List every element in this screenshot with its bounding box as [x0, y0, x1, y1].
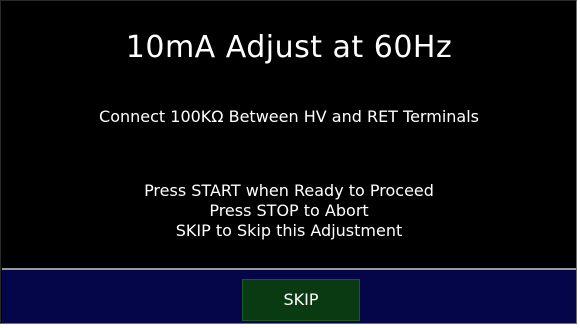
skip-prompt: SKIP to Skip this Adjustment	[175, 221, 403, 240]
footer-bar: SKIP	[2, 270, 576, 323]
message-panel: 10mA Adjust at 60Hz Connect 100KΩ Betwee…	[2, 2, 576, 268]
page-title: 10mA Adjust at 60Hz	[125, 30, 453, 65]
stop-prompt: Press STOP to Abort	[209, 201, 369, 220]
start-prompt: Press START when Ready to Proceed	[144, 181, 434, 200]
prompt-list: Press START when Ready to Proceed Press …	[2, 181, 576, 241]
skip-button[interactable]: SKIP	[242, 279, 360, 321]
dialog-frame: 10mA Adjust at 60Hz Connect 100KΩ Betwee…	[0, 0, 577, 324]
connection-instruction: Connect 100KΩ Between HV and RET Termina…	[99, 107, 479, 126]
